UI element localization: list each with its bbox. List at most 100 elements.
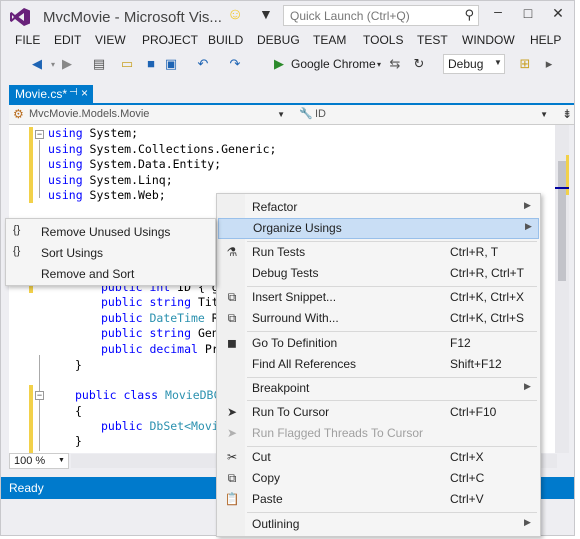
new-project-icon[interactable]: ▤ [91, 56, 107, 72]
toolbar-overflow-icon[interactable]: ▸ [541, 56, 557, 72]
navigation-bar: ⚙ MvcMovie.Models.Movie ▼ 🔧 ID ▼ ⇟ [9, 105, 574, 125]
copy-icon: ⧉ [227, 471, 237, 485]
organize-usings-submenu: {} Remove Unused Usings {} Sort Usings R… [5, 218, 216, 286]
configuration-value: Debug [448, 57, 484, 71]
menu-test[interactable]: TEST [417, 33, 448, 47]
code-line: } [75, 434, 82, 448]
open-file-icon[interactable]: ▭ [119, 56, 135, 72]
scissors-icon: ✂ [226, 450, 238, 464]
menu-help[interactable]: HELP [530, 33, 561, 47]
menu-item-sort-usings[interactable]: {} Sort Usings [7, 242, 215, 263]
feedback-smiley-icon[interactable]: ☺ [227, 6, 243, 24]
close-tab-icon[interactable]: × [81, 86, 88, 100]
menu-file[interactable]: FILE [15, 33, 40, 47]
menu-item-remove-and-sort[interactable]: Remove and Sort [7, 263, 215, 284]
status-text: Ready [9, 481, 44, 495]
chevron-down-icon: ▼ [277, 110, 285, 119]
menu-window[interactable]: WINDOW [462, 33, 515, 47]
pin-icon[interactable]: ⊣ [69, 87, 78, 98]
menu-item-label: Run To Cursor [252, 405, 330, 419]
navigate-forward-icon[interactable]: ▶ [59, 56, 75, 72]
vertical-scrollbar[interactable] [555, 125, 569, 453]
collapse-class-icon[interactable]: − [35, 391, 44, 400]
change-margin-marker [29, 127, 33, 203]
menu-item-run-to-cursor[interactable]: ➤ Run To Cursor Ctrl+F10 [218, 402, 539, 423]
split-window-icon[interactable]: ⇟ [562, 107, 572, 121]
caret-position-marker [555, 187, 569, 189]
class-icon: ⚙ [13, 107, 24, 121]
zoom-select[interactable]: 100 % ▼ [9, 453, 69, 469]
menu-item-refactor[interactable]: Refactor ▶ [218, 197, 539, 218]
code-line: public string Tit [101, 295, 219, 309]
sort-usings-icon: {} [13, 245, 21, 257]
search-icon[interactable]: ⚲ [464, 7, 474, 23]
submenu-arrow-icon: ▶ [525, 221, 532, 231]
menu-item-remove-unused-usings[interactable]: {} Remove Unused Usings [7, 221, 215, 242]
menu-item-run-tests[interactable]: ⚗ Run Tests Ctrl+R, T [218, 242, 539, 263]
quick-launch-input[interactable]: Quick Launch (Ctrl+Q) ⚲ [283, 5, 479, 26]
browser-dropdown-icon[interactable]: ▾ [371, 60, 387, 69]
save-all-icon[interactable]: ▣ [163, 56, 179, 72]
save-icon[interactable]: ■ [143, 56, 159, 71]
scrollbar-thumb[interactable] [558, 161, 566, 281]
menu-edit[interactable]: EDIT [54, 33, 81, 47]
menu-item-organize-usings[interactable]: Organize Usings ▶ [218, 218, 539, 239]
member-dropdown[interactable]: 🔧 ID ▼ [297, 107, 552, 123]
maximize-icon[interactable]: □ [519, 5, 537, 21]
find-in-files-icon[interactable]: ⊞ [517, 56, 533, 72]
menu-item-outlining[interactable]: Outlining ▶ [218, 514, 539, 535]
undo-icon[interactable]: ↶ [195, 56, 211, 72]
menu-item-go-to-definition[interactable]: ◼ Go To Definition F12 [218, 333, 539, 354]
code-line: { [75, 404, 82, 418]
menu-tools[interactable]: TOOLS [363, 33, 403, 47]
chevron-down-icon: ▼ [494, 58, 502, 67]
menu-item-label: Go To Definition [252, 336, 338, 350]
menu-view[interactable]: VIEW [95, 33, 126, 47]
start-debugging-icon[interactable]: ▶ [271, 56, 287, 72]
menu-item-paste[interactable]: 📋 Paste Ctrl+V [218, 489, 539, 510]
minimize-icon[interactable]: – [489, 3, 507, 19]
menu-build[interactable]: BUILD [208, 33, 243, 47]
menu-separator [247, 512, 537, 513]
notifications-filter-icon[interactable]: ▼ [259, 6, 273, 22]
menu-item-label: Sort Usings [41, 246, 104, 260]
code-line: public decimal Pr [101, 342, 219, 356]
navigate-back-icon[interactable]: ◀ [29, 56, 45, 72]
menu-item-breakpoint[interactable]: Breakpoint ▶ [218, 378, 539, 399]
chevron-down-icon: ▼ [58, 457, 65, 464]
outline-guide [39, 355, 40, 451]
code-line: using System.Collections.Generic; [48, 142, 277, 156]
menu-project[interactable]: PROJECT [142, 33, 198, 47]
app-title: MvcMovie - Microsoft Vis... [43, 9, 222, 26]
menu-item-debug-tests[interactable]: Debug Tests Ctrl+R, Ctrl+T [218, 263, 539, 284]
menu-item-insert-snippet[interactable]: ⧉ Insert Snippet... Ctrl+K, Ctrl+X [218, 287, 539, 308]
menu-item-label: Outlining [252, 517, 300, 531]
browser-link-icon[interactable]: ⇆ [387, 56, 403, 72]
change-margin-marker [29, 385, 33, 453]
menu-item-shortcut: Ctrl+R, Ctrl+T [450, 266, 525, 280]
code-line: public DateTime R [101, 311, 219, 325]
code-line: using System.Linq; [48, 173, 173, 187]
menu-item-shortcut: F12 [450, 336, 471, 350]
type-dropdown[interactable]: ⚙ MvcMovie.Models.Movie ▼ [11, 107, 289, 123]
redo-icon[interactable]: ↷ [227, 56, 243, 72]
solution-configuration-select[interactable]: Debug ▼ [443, 54, 505, 74]
menu-item-label: Run Flagged Threads To Cursor [252, 426, 423, 440]
menu-item-shortcut: Ctrl+C [450, 471, 485, 485]
menu-item-label: Surround With... [252, 311, 339, 325]
tab-movie-cs[interactable]: Movie.cs* ⊣ × [9, 85, 93, 103]
browser-selector[interactable]: Google Chrome [291, 57, 376, 71]
surround-with-icon: ⧉ [227, 311, 237, 325]
menu-team[interactable]: TEAM [313, 33, 346, 47]
menu-separator [247, 331, 537, 332]
menu-debug[interactable]: DEBUG [257, 33, 300, 47]
menu-item-find-all-references[interactable]: Find All References Shift+F12 [218, 354, 539, 375]
code-line: using System.Data.Entity; [48, 157, 222, 171]
collapse-usings-icon[interactable]: − [35, 130, 44, 139]
standard-toolbar: ◀ ▾ ▶ ▤ ▭ ■ ▣ ↶ ↷ ▶ Google Chrome ▾ ⇆ ↻ … [1, 53, 574, 77]
close-icon[interactable]: ✕ [549, 5, 567, 22]
menu-item-surround-with[interactable]: ⧉ Surround With... Ctrl+K, Ctrl+S [218, 308, 539, 329]
menu-item-copy[interactable]: ⧉ Copy Ctrl+C [218, 468, 539, 489]
refresh-icon[interactable]: ↻ [411, 56, 427, 72]
menu-item-cut[interactable]: ✂ Cut Ctrl+X [218, 447, 539, 468]
